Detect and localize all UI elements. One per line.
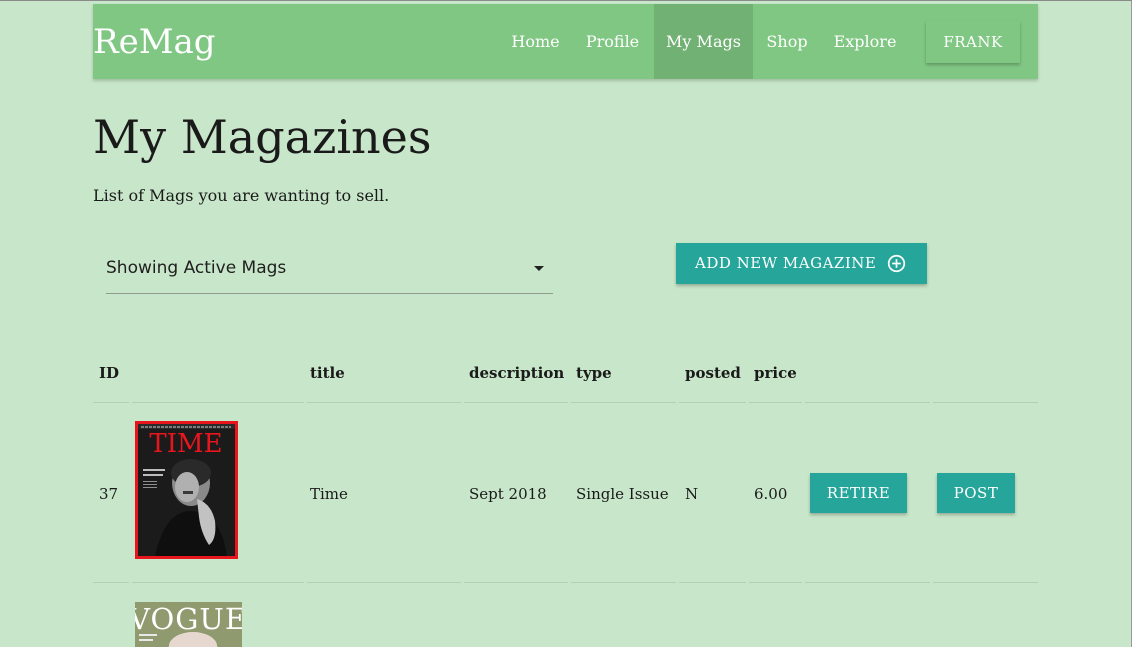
plus-circle-icon (887, 254, 906, 273)
brand-logo[interactable]: ReMag (93, 22, 216, 62)
vogue-cover-art: VOGUE (135, 602, 242, 647)
caret-down-icon (534, 266, 544, 271)
mag-status-select[interactable]: Showing Active Mags (106, 249, 553, 294)
top-navbar: ReMag Home Profile My Mags Shop Explore … (93, 4, 1038, 79)
magazine-cover-time[interactable]: TIME (135, 421, 238, 559)
column-header-id: ID (99, 364, 120, 382)
row-posted: N (685, 485, 699, 503)
add-magazine-button[interactable]: ADD NEW MAGAZINE (676, 243, 927, 284)
row-type: Single Issue (576, 485, 669, 503)
post-button[interactable]: POST (937, 473, 1015, 513)
add-magazine-label: ADD NEW MAGAZINE (695, 254, 877, 272)
magazine-cover-vogue[interactable]: VOGUE (135, 602, 242, 647)
column-header-description: description (469, 364, 565, 382)
table-divider (93, 582, 1038, 583)
column-header-title: title (310, 364, 345, 382)
column-header-posted: posted (685, 364, 741, 382)
nav-profile[interactable]: Profile (574, 4, 651, 79)
select-value: Showing Active Mags (106, 258, 287, 278)
time-cover-art: TIME (138, 424, 235, 556)
row-id: 37 (99, 485, 119, 503)
column-header-type: type (576, 364, 612, 382)
nav-shop[interactable]: Shop (753, 4, 821, 79)
nav-explore[interactable]: Explore (823, 4, 907, 79)
column-header-price: price (754, 364, 797, 382)
retire-button[interactable]: RETIRE (810, 473, 907, 513)
page-subtitle: List of Mags you are wanting to sell. (93, 186, 390, 205)
row-price: 6.00 (754, 485, 788, 503)
user-menu-button[interactable]: FRANK (926, 21, 1020, 63)
page-title: My Magazines (93, 110, 432, 164)
page: ReMag Home Profile My Mags Shop Explore … (0, 0, 1132, 647)
nav-my-mags[interactable]: My Mags (654, 4, 753, 79)
row-title: Time (310, 485, 348, 503)
nav-home[interactable]: Home (499, 4, 572, 79)
masthead-time: TIME (149, 429, 222, 459)
table-divider (93, 402, 1038, 403)
masthead-vogue: VOGUE (135, 602, 242, 636)
row-description: Sept 2018 (469, 485, 547, 503)
